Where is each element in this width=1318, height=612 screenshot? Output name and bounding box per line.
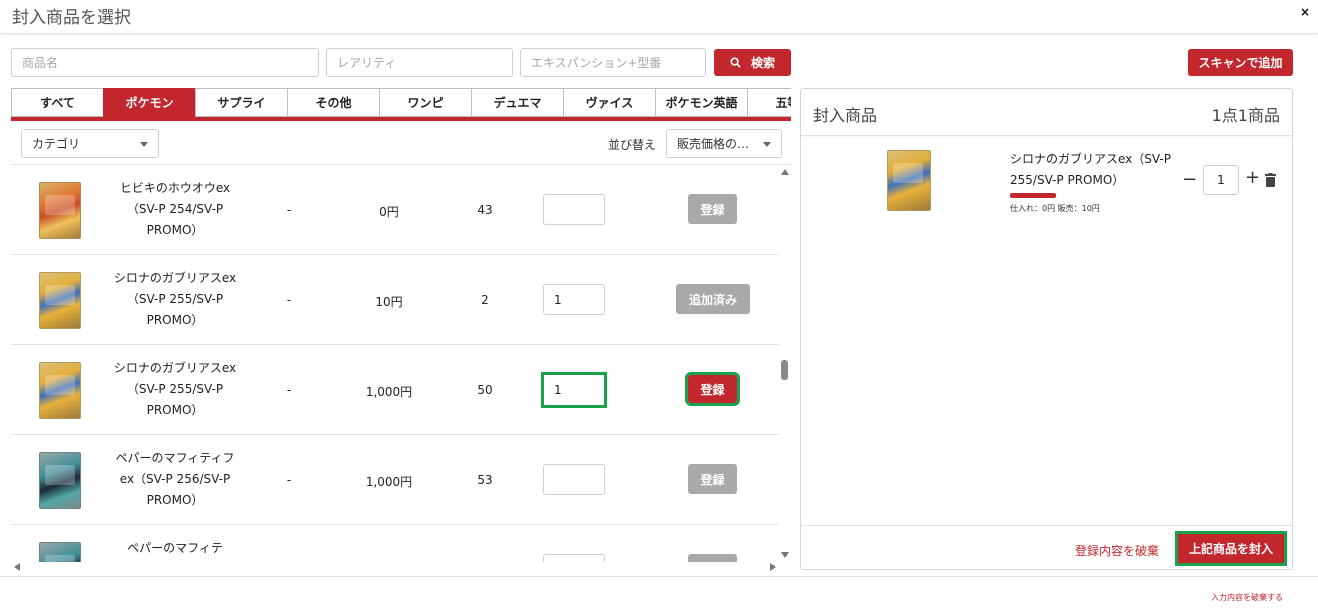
- tab-gotoubun[interactable]: 五等分: [747, 88, 791, 117]
- discard-input-link[interactable]: 入力内容を破棄する: [1211, 592, 1283, 603]
- product-stock: 43: [477, 203, 493, 217]
- selected-card-image: [887, 150, 931, 211]
- selected-item-bar: [1010, 193, 1056, 198]
- product-col2: -: [286, 203, 292, 217]
- tab-supply[interactable]: サプライ: [195, 88, 287, 117]
- product-name: ペパーのマフィティフex（SV-P 256/SV-P PROMO）: [115, 451, 235, 507]
- card-image: [39, 272, 81, 329]
- product-list: ヒビキのホウオウex（SV-P 254/SV-P PROMO） - 0円 43 …: [11, 165, 779, 562]
- tab-pokemon[interactable]: ポケモン: [103, 88, 195, 117]
- scroll-thumb[interactable]: [781, 360, 788, 380]
- category-tabs: すべて ポケモン サプライ その他 ワンピ デュエマ ヴァイス ポケモン英語 五…: [11, 88, 791, 118]
- quantity-input[interactable]: [543, 554, 605, 562]
- plus-icon[interactable]: +: [1245, 169, 1260, 187]
- tab-other[interactable]: その他: [287, 88, 379, 117]
- product-price: 1,000円: [365, 385, 413, 399]
- register-button[interactable]: 登録: [688, 194, 737, 224]
- scroll-down-icon[interactable]: [781, 552, 789, 558]
- register-button[interactable]: 登録: [685, 372, 740, 406]
- product-col2: -: [286, 383, 292, 397]
- panel-title: 封入商品: [813, 106, 878, 125]
- product-name: シロナのガブリアスex（SV-P 255/SV-P PROMO）: [113, 361, 237, 417]
- product-price: 0円: [379, 205, 399, 219]
- panel-footer: 登録内容を破棄 上記商品を封入: [801, 525, 1292, 569]
- table-row: ペパーのマフィティフex（SV-P 256/SV-P PROMO） - 1,00…: [11, 435, 779, 525]
- modal-title: 封入商品を選択: [12, 8, 131, 28]
- table-row: ヒビキのホウオウex（SV-P 254/SV-P PROMO） - 0円 43 …: [11, 165, 779, 255]
- tab-onepiece[interactable]: ワンピ: [379, 88, 471, 117]
- quantity-input[interactable]: [543, 194, 605, 225]
- scan-add-button[interactable]: スキャンで追加: [1188, 49, 1293, 76]
- added-button[interactable]: 追加済み: [676, 284, 750, 314]
- product-name: ヒビキのホウオウex（SV-P 254/SV-P PROMO）: [119, 181, 231, 237]
- selected-items-panel: 封入商品 1点1商品 シロナのガブリアスex（SV-P 255/SV-P PRO…: [800, 88, 1293, 570]
- expansion-input[interactable]: [520, 48, 706, 77]
- search-icon: [730, 57, 741, 68]
- filter-row: カテゴリ 並び替え 販売価格の…: [11, 122, 791, 165]
- panel-count: 1点1商品: [1211, 106, 1280, 125]
- sort-select[interactable]: 販売価格の…: [666, 129, 782, 158]
- product-col2: -: [286, 293, 292, 307]
- quantity-input[interactable]: [543, 464, 605, 495]
- card-image: [39, 542, 81, 562]
- close-icon[interactable]: ×: [1300, 5, 1310, 19]
- product-price: 10円: [375, 295, 403, 309]
- product-name-input[interactable]: [11, 48, 319, 77]
- card-image: [39, 452, 81, 509]
- scroll-left-icon[interactable]: [14, 563, 20, 571]
- rarity-input[interactable]: [326, 48, 513, 77]
- horizontal-scrollbar[interactable]: [11, 562, 779, 572]
- quantity-input[interactable]: 1: [543, 284, 605, 315]
- minus-icon[interactable]: −: [1182, 171, 1197, 189]
- category-select[interactable]: カテゴリ: [21, 129, 159, 158]
- product-stock: 53: [477, 473, 493, 487]
- selected-quantity[interactable]: 1: [1203, 165, 1239, 195]
- seal-items-button[interactable]: 上記商品を封入: [1175, 531, 1287, 566]
- tab-pokemon-english[interactable]: ポケモン英語: [655, 88, 747, 117]
- tab-duema[interactable]: デュエマ: [471, 88, 563, 117]
- panel-header: 封入商品 1点1商品: [801, 89, 1292, 136]
- search-button-label: 検索: [750, 56, 775, 70]
- sort-label: 並び替え: [608, 138, 657, 152]
- chevron-down-icon: [763, 142, 771, 147]
- tab-underline: [11, 117, 791, 121]
- scroll-up-icon[interactable]: [781, 169, 789, 175]
- selected-item-name: シロナのガブリアスex（SV-P 255/SV-P PROMO）: [1010, 152, 1171, 187]
- product-stock: 50: [477, 383, 493, 397]
- tab-weiss[interactable]: ヴァイス: [563, 88, 655, 117]
- table-row: ペパーのマフィテ: [11, 525, 779, 562]
- product-name: ペパーのマフィテ: [127, 541, 223, 555]
- register-button[interactable]: 登録: [688, 464, 737, 494]
- tab-all[interactable]: すべて: [11, 88, 103, 117]
- card-image: [39, 182, 81, 239]
- chevron-down-icon: [140, 142, 148, 147]
- selected-item-price: 仕入れ：0円 販売：10円: [1010, 204, 1100, 213]
- card-image: [39, 362, 81, 419]
- table-row: シロナのガブリアスex（SV-P 255/SV-P PROMO） - 10円 2…: [11, 255, 779, 345]
- scroll-right-icon[interactable]: [770, 563, 776, 571]
- product-name: シロナのガブリアスex（SV-P 255/SV-P PROMO）: [113, 271, 237, 327]
- sort-select-value: 販売価格の…: [677, 137, 750, 151]
- search-button[interactable]: 検索: [714, 49, 791, 76]
- footer-divider: [0, 576, 1318, 577]
- quantity-input[interactable]: 1: [541, 372, 607, 408]
- register-button[interactable]: [688, 554, 737, 562]
- category-select-label: カテゴリ: [32, 137, 81, 151]
- product-stock: 2: [481, 293, 489, 307]
- trash-icon[interactable]: [1265, 173, 1276, 187]
- product-price: 1,000円: [365, 475, 413, 489]
- table-row: シロナのガブリアスex（SV-P 255/SV-P PROMO） - 1,000…: [11, 345, 779, 435]
- discard-registration-link[interactable]: 登録内容を破棄: [1075, 542, 1159, 559]
- vertical-scrollbar[interactable]: [779, 165, 791, 562]
- product-col2: -: [286, 473, 292, 487]
- modal-header: 封入商品を選択 ×: [0, 0, 1318, 34]
